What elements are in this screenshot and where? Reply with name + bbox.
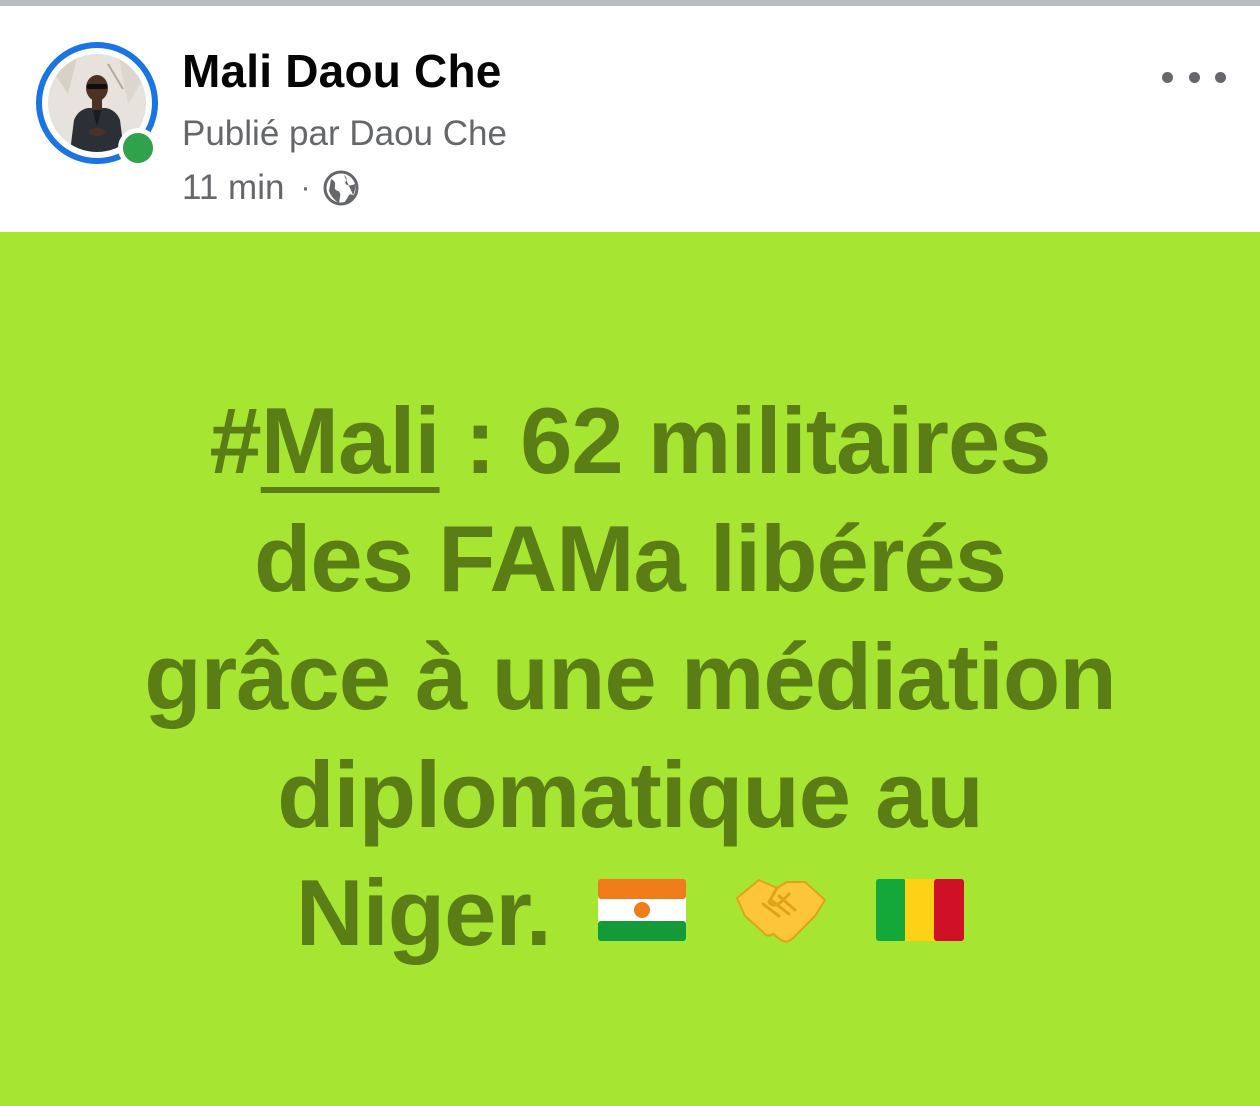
post-text: #Mali : 62 militaires des FAMa libérés g… — [40, 382, 1220, 972]
more-dots-icon — [1162, 71, 1173, 83]
online-status-indicator — [118, 128, 158, 168]
post-timestamp[interactable]: 11 min — [182, 168, 284, 208]
published-by-label[interactable]: Publié par Daou Che — [182, 114, 507, 154]
meta-separator: · — [300, 171, 311, 204]
handshake-icon — [735, 879, 827, 943]
hashtag-link[interactable]: Mali — [261, 388, 441, 493]
post-colored-background: #Mali : 62 militaires des FAMa libérés g… — [0, 232, 1260, 1106]
more-dot — [1188, 71, 1200, 83]
author-name[interactable]: Mali Daou Che — [182, 44, 502, 98]
mali-flag-icon — [876, 879, 965, 942]
post-meta: 11 min · — [182, 166, 360, 210]
niger-flag-icon — [598, 879, 687, 942]
post-line-1: #Mali : 62 militaires — [40, 382, 1220, 500]
post-line-3: grâce à une médiation — [144, 624, 1117, 729]
post-line-1-rest: : 62 militaires — [439, 388, 1052, 493]
hashtag-symbol[interactable]: # — [209, 388, 261, 493]
more-dot — [1215, 71, 1226, 83]
post-line-5-text: Niger. — [295, 860, 552, 965]
more-options-button[interactable] — [1162, 62, 1226, 92]
globe-icon[interactable] — [322, 169, 360, 207]
post-line-5: Niger. — [40, 854, 1220, 972]
post-header: Mali Daou Che Publié par Daou Che 11 min… — [0, 6, 1260, 232]
post-line-2: des FAMa libérés — [254, 506, 1007, 611]
post-line-4: diplomatique au — [277, 742, 984, 847]
